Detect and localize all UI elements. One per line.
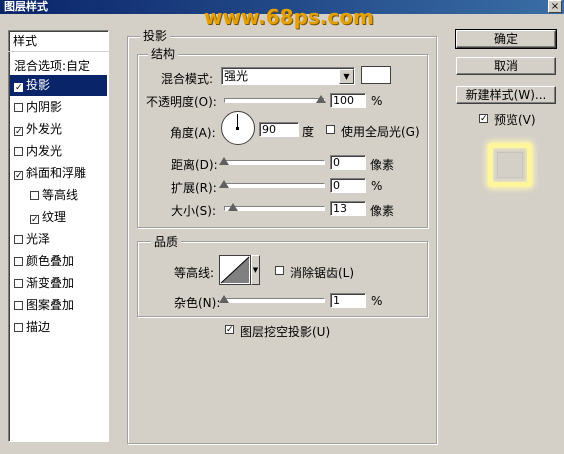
blend-mode-select[interactable]: 强光 <box>221 67 355 85</box>
sidebar-item-8[interactable]: 光泽 <box>10 229 107 250</box>
anti-alias-label: 消除锯齿(L) <box>290 266 355 280</box>
knockout-checkbox[interactable]: ✓ <box>225 325 234 335</box>
opacity-slider-thumb[interactable] <box>316 95 326 103</box>
angle-dial[interactable] <box>221 111 255 145</box>
sidebar-item-1[interactable]: ✓ 投影 <box>10 75 107 96</box>
sidebar-item-label: 外发光 <box>26 122 63 136</box>
sidebar-item-4[interactable]: 内发光 <box>10 141 107 162</box>
angle-input[interactable]: 90 <box>259 122 299 137</box>
spread-label: 扩展(R): <box>171 181 217 195</box>
shadow-color-swatch[interactable] <box>361 66 391 84</box>
sidebar-item-9[interactable]: 颜色叠加 <box>10 251 107 272</box>
style-preview <box>482 137 542 195</box>
anti-alias-checkbox[interactable] <box>275 266 284 275</box>
size-input[interactable]: 13 <box>330 201 366 216</box>
sidebar-item-checkbox[interactable] <box>14 257 23 266</box>
angle-label: 角度(A): <box>170 126 216 140</box>
sidebar-item-checkbox[interactable]: ✓ <box>14 83 23 93</box>
sidebar-item-checkbox[interactable] <box>14 279 23 288</box>
size-slider-thumb[interactable] <box>228 203 238 211</box>
size-label: 大小(S): <box>171 204 217 218</box>
sidebar-item-10[interactable]: 渐变叠加 <box>10 273 107 294</box>
cancel-button[interactable]: 取消 <box>456 57 556 75</box>
opacity-input[interactable]: 100 <box>330 93 366 108</box>
noise-unit: % <box>371 294 383 308</box>
size-unit: 像素 <box>370 204 395 218</box>
contour-label: 等高线: <box>174 266 215 280</box>
sidebar-item-label: 光泽 <box>26 232 51 246</box>
blend-mode-label: 混合模式: <box>161 72 214 86</box>
sidebar-item-label: 图案叠加 <box>26 298 75 312</box>
sidebar-item-7[interactable]: ✓ 纹理 <box>10 207 107 228</box>
spread-input[interactable]: 0 <box>330 178 366 193</box>
sidebar-item-label: 渐变叠加 <box>26 276 75 290</box>
sidebar-item-checkbox[interactable] <box>30 191 39 200</box>
opacity-label: 不透明度(O): <box>146 95 217 109</box>
angle-unit: 度 <box>302 125 315 139</box>
sidebar-item-label: 投影 <box>26 78 51 92</box>
sidebar-item-5[interactable]: ✓ 斜面和浮雕 <box>10 163 107 184</box>
noise-slider[interactable] <box>224 298 325 303</box>
sidebar-item-2[interactable]: 内阴影 <box>10 97 107 118</box>
sidebar-item-checkbox[interactable] <box>14 147 23 156</box>
noise-slider-thumb[interactable] <box>219 295 229 303</box>
knockout-label: 图层挖空投影(U) <box>240 325 331 339</box>
sidebar-item-11[interactable]: 图案叠加 <box>10 295 107 316</box>
sidebar-item-label: 纹理 <box>42 210 67 224</box>
sidebar-item-label: 颜色叠加 <box>26 254 75 268</box>
close-button[interactable]: × <box>548 0 562 13</box>
sidebar-item-label: 内发光 <box>26 144 63 158</box>
spread-slider-thumb[interactable] <box>219 180 229 188</box>
preview-glow <box>488 143 532 187</box>
spread-slider[interactable] <box>224 183 325 188</box>
preview-label: 预览(V) <box>494 113 536 127</box>
size-slider[interactable] <box>224 206 325 211</box>
opacity-slider[interactable] <box>224 98 325 103</box>
ok-button[interactable]: 确定 <box>455 29 557 49</box>
global-light-label: 使用全局光(G) <box>341 125 420 139</box>
sidebar-item-12[interactable]: 描边 <box>10 317 107 338</box>
contour-curve-icon <box>220 256 250 284</box>
sidebar-item-checkbox[interactable] <box>14 323 23 332</box>
sidebar-item-label: 描边 <box>26 320 51 334</box>
structure-title: 结构 <box>148 45 179 62</box>
quality-title: 品质 <box>151 233 182 250</box>
spread-unit: % <box>371 179 383 193</box>
sidebar-item-3[interactable]: ✓ 外发光 <box>10 119 107 140</box>
noise-input[interactable]: 1 <box>330 293 366 308</box>
preview-checkbox[interactable]: ✓ <box>479 114 488 124</box>
drop-shadow-title: 投影 <box>140 27 171 44</box>
new-style-button[interactable]: 新建样式(W)... <box>456 86 556 104</box>
window-title: 图层样式 <box>4 0 48 13</box>
sidebar-item-label: 等高线 <box>42 188 79 202</box>
chevron-down-icon[interactable]: ▼ <box>339 69 354 84</box>
sidebar-item-label: 内阴影 <box>26 100 63 114</box>
global-light-checkbox[interactable] <box>326 125 335 134</box>
noise-label: 杂色(N): <box>174 296 221 310</box>
contour-picker[interactable] <box>219 255 251 285</box>
styles-header: 样式 <box>8 32 109 52</box>
distance-input[interactable]: 0 <box>330 155 366 170</box>
distance-slider[interactable] <box>224 160 325 165</box>
sidebar-item-6[interactable]: 等高线 <box>10 185 107 206</box>
sidebar-item-checkbox[interactable] <box>14 103 23 112</box>
contour-dropdown-icon[interactable]: ▼ <box>251 255 260 285</box>
sidebar-item-checkbox[interactable]: ✓ <box>14 127 23 137</box>
sidebar-item-checkbox[interactable] <box>14 235 23 244</box>
distance-slider-thumb[interactable] <box>219 157 229 165</box>
sidebar-item-checkbox[interactable]: ✓ <box>14 171 23 181</box>
watermark: www.68ps.com <box>204 5 374 29</box>
sidebar-item-blend-options[interactable]: 混合选项:自定 <box>10 56 107 77</box>
distance-unit: 像素 <box>370 158 395 172</box>
sidebar-item-label: 斜面和浮雕 <box>26 166 87 180</box>
sidebar-item-checkbox[interactable]: ✓ <box>30 215 39 225</box>
sidebar-item-checkbox[interactable] <box>14 301 23 310</box>
blend-mode-value: 强光 <box>224 69 249 83</box>
opacity-unit: % <box>371 94 383 108</box>
distance-label: 距离(D): <box>171 158 218 172</box>
